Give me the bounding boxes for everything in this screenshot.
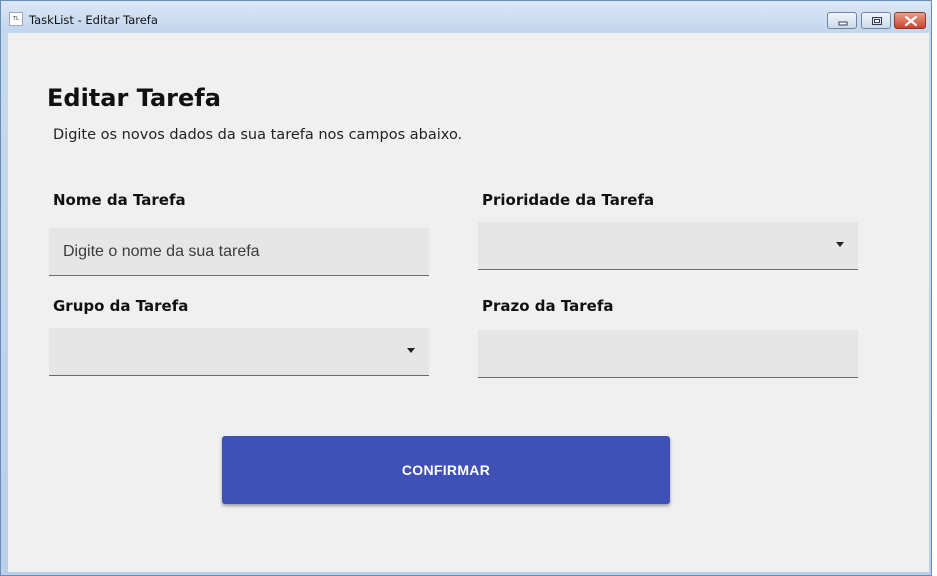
- minimize-icon: [838, 21, 848, 26]
- confirm-button[interactable]: CONFIRMAR: [222, 436, 670, 504]
- chevron-down-icon: [836, 242, 844, 247]
- task-deadline-field[interactable]: [478, 330, 858, 378]
- minimize-button[interactable]: [827, 12, 857, 29]
- task-group-label: Grupo da Tarefa: [53, 297, 189, 315]
- task-priority-label: Prioridade da Tarefa: [482, 191, 655, 209]
- task-name-label: Nome da Tarefa: [53, 191, 186, 209]
- task-name-input[interactable]: [49, 228, 429, 276]
- task-deadline-label: Prazo da Tarefa: [482, 297, 614, 315]
- close-icon: [904, 15, 918, 27]
- title-bar[interactable]: TL TaskList - Editar Tarefa: [1, 1, 931, 32]
- form-panel: Editar Tarefa Digite os novos dados da s…: [8, 33, 929, 572]
- window-title: TaskList - Editar Tarefa: [29, 13, 158, 27]
- app-window: TL TaskList - Editar Tarefa Editar Taref…: [0, 0, 932, 576]
- chevron-down-icon: [407, 348, 415, 353]
- tasklist-app-icon: TL: [9, 12, 23, 26]
- maximize-button[interactable]: [861, 12, 891, 29]
- task-group-select[interactable]: [49, 328, 429, 376]
- page-subtitle: Digite os novos dados da sua tarefa nos …: [53, 127, 463, 143]
- close-button[interactable]: [894, 12, 926, 29]
- maximize-icon: [872, 17, 882, 25]
- page-title: Editar Tarefa: [47, 84, 221, 112]
- task-priority-select[interactable]: [478, 222, 858, 270]
